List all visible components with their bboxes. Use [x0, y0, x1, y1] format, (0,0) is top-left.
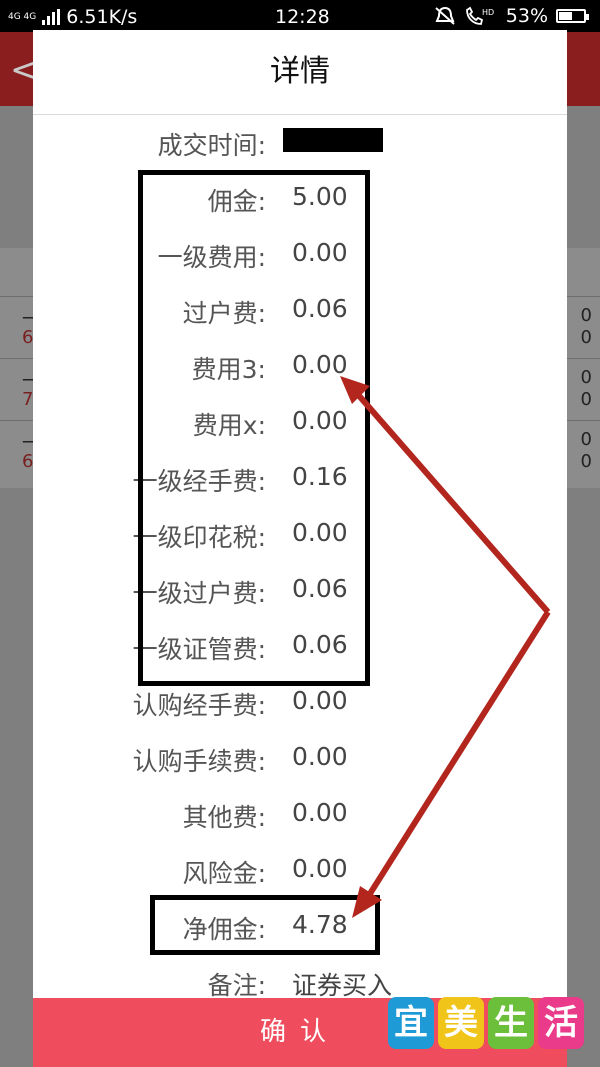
detail-row: 认购手续费: 0.00 — [33, 730, 567, 786]
row-label: 风险金: — [182, 859, 266, 888]
clock: 12:28 — [275, 6, 330, 28]
watermark-char: 活 — [538, 997, 584, 1049]
annotation-box-net-commission — [150, 895, 380, 955]
silent-bell-icon — [435, 6, 455, 25]
redacted-value — [283, 128, 383, 152]
watermark-char: 美 — [438, 997, 484, 1049]
row-label: 其他费: — [182, 803, 266, 832]
hd-call-icon: HD — [465, 6, 494, 25]
trade-time-label: 成交时间: — [157, 131, 266, 160]
battery-icon — [556, 9, 589, 23]
row-value: 0.00 — [292, 742, 348, 771]
status-bar: 4G 4G 6.51K/s 12:28 HD 53% — [0, 0, 600, 32]
signal-icon — [42, 9, 61, 25]
watermark-char: 宜 — [388, 997, 434, 1049]
battery-percent: 53% — [505, 5, 548, 27]
row-value: 0.00 — [292, 854, 348, 883]
detail-row: 其他费: 0.00 — [33, 786, 567, 842]
dialog-title: 详情 — [33, 30, 567, 115]
row-label: 认购手续费: — [132, 747, 266, 776]
svg-text:HD: HD — [482, 8, 494, 17]
watermark-char: 生 — [488, 997, 534, 1049]
row-value: 0.00 — [292, 798, 348, 827]
network-type: 4G 4G — [8, 11, 37, 22]
row-label: 认购经手费: — [132, 691, 266, 720]
detail-row: 风险金: 0.00 — [33, 842, 567, 898]
row-value: 证券买入 — [292, 971, 393, 1000]
annotation-box-fees — [138, 170, 370, 686]
watermark-logo: 宜 美 生 活 — [388, 997, 584, 1049]
row-label: 备注: — [207, 971, 266, 1000]
network-speed: 6.51K/s — [66, 6, 138, 28]
row-value: 0.00 — [292, 686, 348, 715]
